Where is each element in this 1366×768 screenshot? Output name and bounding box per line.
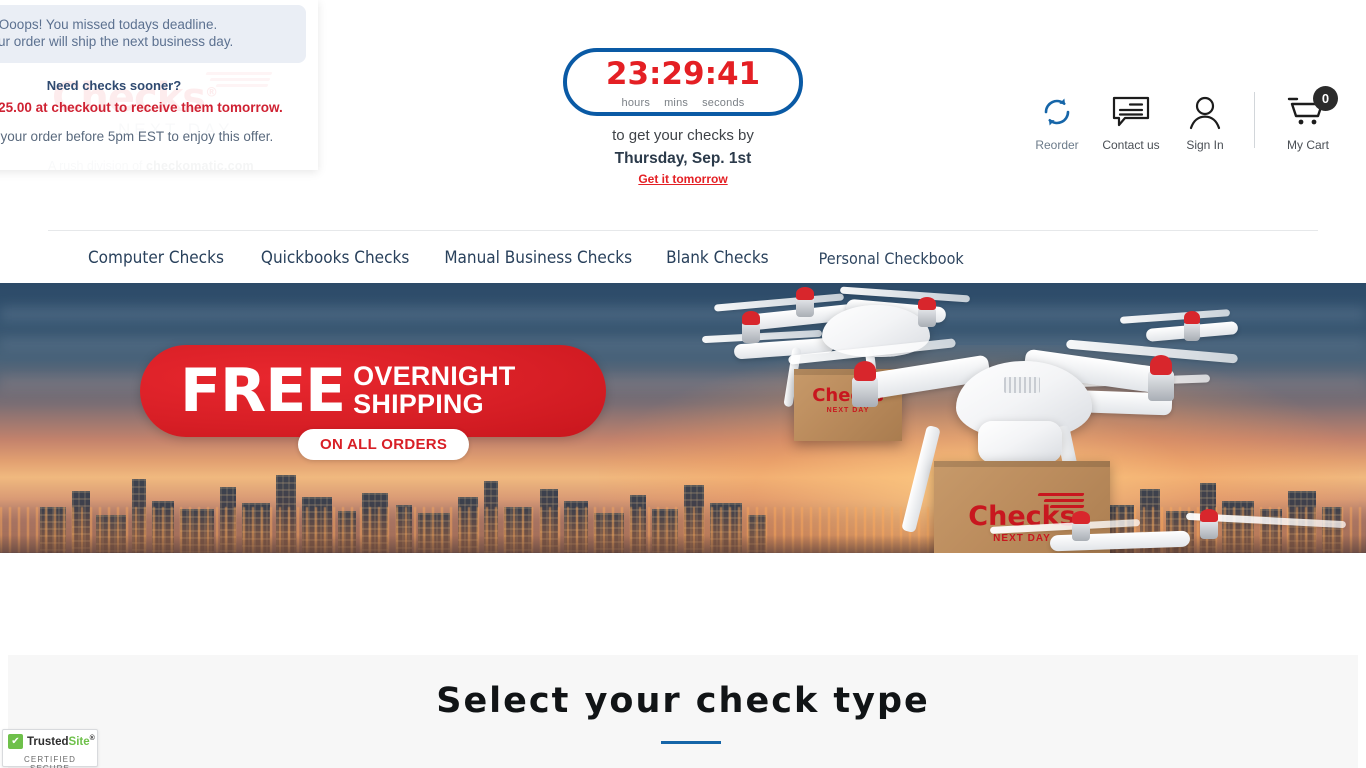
countdown-units: hours mins seconds bbox=[567, 97, 799, 109]
overlay-offer-text: Rush +$25.00 at checkout to receive them… bbox=[0, 100, 283, 115]
contact-us-button[interactable]: Contact us bbox=[1094, 92, 1168, 152]
trustedsite-title-trusted: Trusted bbox=[27, 735, 69, 748]
nav-item-blank-checks[interactable]: Blank Checks bbox=[666, 248, 769, 268]
alert-line-2: Your order will ship the next business d… bbox=[0, 34, 234, 49]
header-icon-bar: Reorder Contact us Sign In 0 My Cart bbox=[1020, 86, 1349, 162]
promo-line-overnight: OVERNIGHT bbox=[353, 361, 516, 392]
nav-item-manual-business-checks[interactable]: Manual Business Checks bbox=[444, 248, 632, 268]
promo-free-text: FREE bbox=[180, 356, 346, 426]
select-check-type-title: Select your check type bbox=[436, 681, 930, 721]
nav-item-computer-checks[interactable]: Computer Checks bbox=[88, 248, 224, 268]
countdown-delivery-date: Thursday, Sep. 1st bbox=[614, 150, 752, 167]
promo-pill: FREE OVERNIGHT SHIPPING bbox=[140, 345, 606, 437]
nav-item-quickbooks-checks[interactable]: Quickbooks Checks bbox=[261, 248, 409, 268]
main-navigation: Computer Checks Quickbooks Checks Manual… bbox=[48, 232, 964, 284]
title-underline-accent bbox=[661, 741, 721, 744]
trustedsite-badge[interactable]: ✔ TrustedSite® CERTIFIED SECURE bbox=[2, 729, 98, 768]
trustedsite-registered-mark: ® bbox=[89, 734, 95, 742]
rush-offer-overlay[interactable]: Ooops! You missed todays deadline. Your … bbox=[0, 0, 318, 170]
hero-banner[interactable]: Checks NEXT DAY Checks NEXT DAY FREE OVE… bbox=[0, 283, 1366, 553]
drone-bottom-right bbox=[989, 493, 1360, 553]
overlay-heading: Need checks sooner? bbox=[46, 78, 182, 93]
deadline-alert-box: Ooops! You missed todays deadline. Your … bbox=[0, 5, 306, 63]
page-root: Checks® NEXT DAY A rush division of chec… bbox=[0, 0, 1366, 768]
countdown-time: 23:29:41 bbox=[605, 56, 761, 92]
promo-lines: OVERNIGHT SHIPPING bbox=[353, 361, 516, 419]
countdown-pill: 23:29:41 hours mins seconds bbox=[563, 48, 803, 116]
trustedsite-check-icon: ✔ bbox=[8, 734, 23, 749]
nav-top-divider bbox=[48, 230, 1318, 231]
select-check-type-section: Select your check type bbox=[8, 655, 1358, 768]
countdown-timer: 23:29:41 hours mins seconds to get your ch… bbox=[563, 48, 803, 186]
header-divider bbox=[1254, 92, 1255, 148]
cart-count-badge: 0 bbox=[1313, 86, 1338, 111]
promo-subtext-badge: ON ALL ORDERS bbox=[298, 429, 470, 460]
get-it-tomorrow-link[interactable]: Get it tomorrow bbox=[563, 172, 803, 186]
alert-line-1: Ooops! You missed todays deadline. bbox=[0, 17, 218, 33]
nav-item-personal-checkbook[interactable]: Personal Checkbook bbox=[819, 249, 964, 268]
reorder-button[interactable]: Reorder bbox=[1020, 92, 1094, 152]
free-shipping-promo: FREE OVERNIGHT SHIPPING ON ALL ORDERS bbox=[140, 345, 606, 460]
sign-in-label: Sign In bbox=[1186, 138, 1224, 152]
promo-line-shipping: SHIPPING bbox=[353, 389, 484, 419]
chat-bubble-icon bbox=[1094, 92, 1168, 132]
overlay-note-text: Submit your order before 5pm EST to enjo… bbox=[0, 129, 274, 144]
my-cart-label: My Cart bbox=[1287, 138, 1329, 152]
unit-seconds: seconds bbox=[702, 97, 745, 109]
reorder-label: Reorder bbox=[1035, 138, 1079, 152]
trustedsite-subtitle: CERTIFIED SECURE bbox=[24, 755, 76, 768]
unit-hours: hours bbox=[621, 97, 651, 109]
sign-in-button[interactable]: Sign In bbox=[1168, 92, 1242, 152]
drone-right bbox=[1119, 295, 1328, 385]
unit-mins: mins bbox=[664, 97, 689, 109]
contact-us-label: Contact us bbox=[1102, 138, 1160, 152]
trustedsite-title-site: Site bbox=[68, 735, 90, 748]
user-icon bbox=[1168, 92, 1242, 132]
countdown-subtitle: to get your checks by bbox=[612, 127, 754, 144]
my-cart-button[interactable]: 0 My Cart bbox=[1267, 86, 1349, 152]
refresh-circle-icon bbox=[1020, 92, 1094, 132]
